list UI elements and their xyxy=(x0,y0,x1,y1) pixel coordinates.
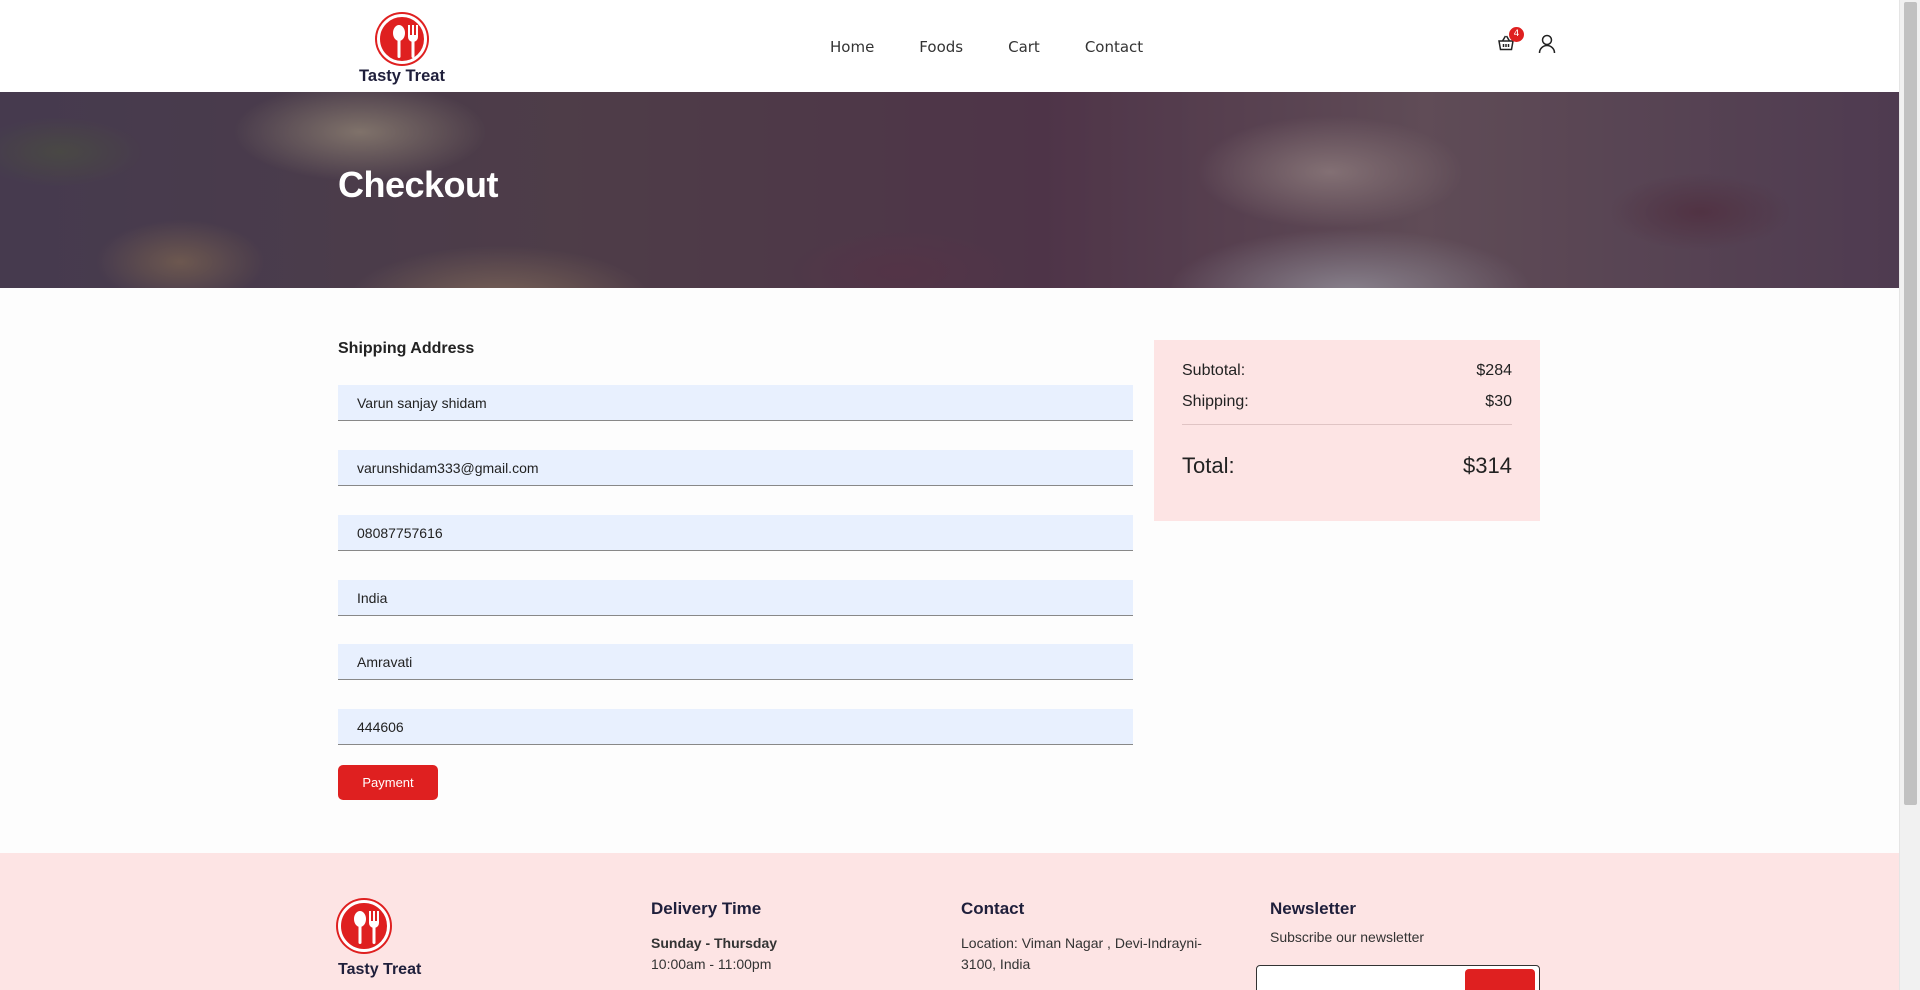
name-field[interactable] xyxy=(338,385,1133,421)
city-field[interactable] xyxy=(338,644,1133,680)
payment-button[interactable]: Payment xyxy=(338,765,438,800)
page: Tasty Treat Home Foods Cart Contact 4 Ch… xyxy=(0,0,1899,990)
shipping-row: Shipping: $30 xyxy=(1182,393,1512,411)
total-value: $314 xyxy=(1463,453,1512,478)
nav-cart[interactable]: Cart xyxy=(1008,38,1040,56)
delivery-hours: 10:00am - 11:00pm xyxy=(651,956,772,972)
nav-contact[interactable]: Contact xyxy=(1085,38,1143,56)
phone-field[interactable] xyxy=(338,515,1133,551)
shipping-label: Shipping: xyxy=(1182,393,1249,410)
newsletter-title: Newsletter xyxy=(1270,899,1356,918)
site-footer: Tasty Treat Delivery Time Sunday - Thurs… xyxy=(0,853,1899,990)
newsletter-column: Newsletter Subscribe our newsletter xyxy=(1270,899,1424,948)
scrollbar-thumb[interactable] xyxy=(1904,2,1917,805)
shipping-address-title: Shipping Address xyxy=(338,340,475,357)
brand-name: Tasty Treat xyxy=(359,67,445,85)
delivery-time-title: Delivery Time xyxy=(651,899,762,918)
nav-home[interactable]: Home xyxy=(830,38,874,56)
subtotal-label: Subtotal: xyxy=(1182,362,1246,379)
footer-logo xyxy=(338,900,398,952)
footer-utensils-icon xyxy=(338,900,390,952)
order-summary: Subtotal: $284 Shipping: $30 Total: $314 xyxy=(1154,340,1540,521)
footer-brand-name: Tasty Treat xyxy=(338,961,422,978)
delivery-days: Sunday - Thursday xyxy=(651,935,778,951)
shipping-value: $30 xyxy=(1485,393,1512,410)
page-title: Checkout xyxy=(338,164,499,205)
subtotal-row: Subtotal: $284 xyxy=(1182,362,1512,380)
cart-count-badge: 4 xyxy=(1509,27,1524,42)
newsletter-subtitle: Subscribe our newsletter xyxy=(1270,929,1425,945)
brand-logo[interactable]: Tasty Treat xyxy=(355,14,449,86)
email-field[interactable] xyxy=(338,450,1133,486)
country-field[interactable] xyxy=(338,580,1133,616)
total-row: Total: $314 xyxy=(1182,453,1512,479)
nav-foods[interactable]: Foods xyxy=(919,38,963,56)
delivery-time-column: Delivery Time Sunday - Thursday 10:00am … xyxy=(651,899,777,975)
logo-utensils-icon xyxy=(377,14,427,64)
hero-banner: Checkout xyxy=(0,92,1899,288)
contact-title: Contact xyxy=(961,899,1025,918)
postal-code-field[interactable] xyxy=(338,709,1133,745)
contact-column: Contact Location: Viman Nagar , Devi-Ind… xyxy=(961,899,1231,975)
contact-location: Location: Viman Nagar , Devi-Indrayni-31… xyxy=(961,935,1202,972)
summary-divider xyxy=(1182,424,1512,425)
user-icon[interactable] xyxy=(1538,34,1556,54)
total-label: Total: xyxy=(1182,453,1235,478)
main-nav: Home Foods Cart Contact xyxy=(830,38,1143,56)
newsletter-subscribe-button[interactable] xyxy=(1465,969,1535,990)
site-header: Tasty Treat Home Foods Cart Contact 4 xyxy=(0,0,1899,92)
page-scrollbar[interactable] xyxy=(1899,0,1920,990)
subtotal-value: $284 xyxy=(1476,362,1512,379)
